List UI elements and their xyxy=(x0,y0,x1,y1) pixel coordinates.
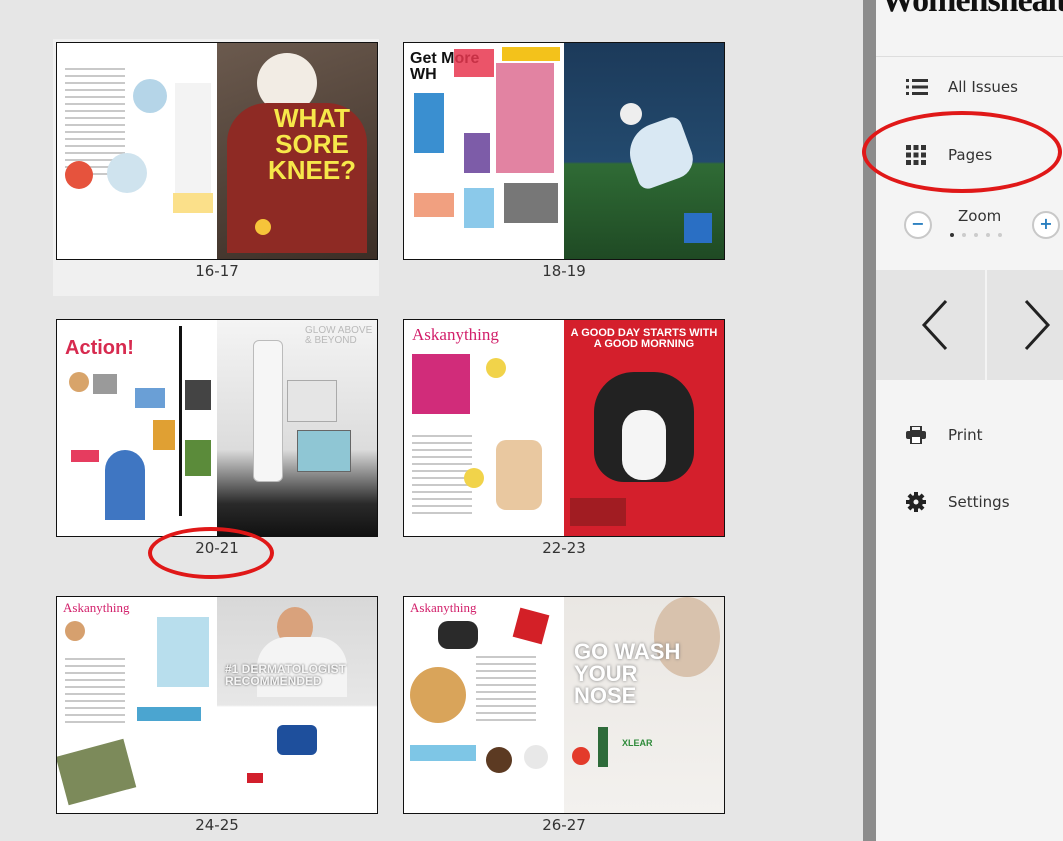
page-navigation xyxy=(876,270,1063,380)
spread-image: Get More WH xyxy=(403,42,725,260)
thumbnail-label: 22-23 xyxy=(542,539,586,557)
annotation-circle-thumbnail-label xyxy=(148,527,274,579)
page-thumbnail-18-19[interactable]: Get More WH 18-19 xyxy=(403,42,725,281)
right-page: WHAT SORE KNEE? xyxy=(217,43,377,259)
page-thumbnail-26-27[interactable]: Askanything GO WASH YOUR NOSE XLEAR 26-2… xyxy=(403,596,725,835)
right-page: GLOW ABOVE & BEYOND xyxy=(217,320,377,536)
spread-image: Action! GLOW ABOVE & BEYOND xyxy=(56,319,378,537)
left-page: Askanything xyxy=(404,597,564,813)
left-page xyxy=(57,43,217,259)
spread-headline: Askanything xyxy=(412,325,499,344)
left-page: Askanything xyxy=(57,597,217,813)
product-name: XLEAR xyxy=(622,738,653,748)
settings-button[interactable]: Settings xyxy=(876,475,1063,529)
thumbnail-label: 26-27 xyxy=(542,816,586,834)
spread-headline: WHAT SORE KNEE? xyxy=(267,103,357,185)
chevron-right-icon xyxy=(1024,299,1051,351)
all-issues-button[interactable]: All Issues xyxy=(876,60,1063,114)
spread-headline-right: GLOW ABOVE & BEYOND xyxy=(305,325,373,346)
pages-grid: WHAT SORE KNEE? 16-17 Get More WH 18-19 … xyxy=(0,0,863,841)
spread-image: Askanything #1 DERMATOLOGIST RECOMMENDED xyxy=(56,596,378,814)
zoom-in-button[interactable]: + xyxy=(1032,211,1060,239)
spread-headline: Askanything xyxy=(63,600,130,615)
zoom-control: − Zoom + xyxy=(876,205,1063,255)
chevron-left-icon xyxy=(921,299,948,351)
right-page: A GOOD DAY STARTS WITH A GOOD MORNING xyxy=(564,320,724,536)
spread-image: Askanything A GOOD DAY STARTS WITH A GOO… xyxy=(403,319,725,537)
spread-headline-right: A GOOD DAY STARTS WITH A GOOD MORNING xyxy=(570,327,718,350)
right-page: #1 DERMATOLOGIST RECOMMENDED xyxy=(217,597,377,813)
left-page: Get More WH xyxy=(404,43,564,259)
spread-headline-right: GO WASH YOUR NOSE xyxy=(574,639,681,708)
page-thumbnail-24-25[interactable]: Askanything #1 DERMATOLOGIST RECOMMENDED… xyxy=(56,596,378,835)
spread-image: WHAT SORE KNEE? xyxy=(56,42,378,260)
next-page-button[interactable] xyxy=(987,270,1063,380)
zoom-level-indicator[interactable] xyxy=(950,233,1002,237)
gear-icon xyxy=(906,492,934,512)
page-thumbnail-16-17[interactable]: WHAT SORE KNEE? 16-17 xyxy=(53,39,379,296)
all-issues-label: All Issues xyxy=(948,78,1018,96)
settings-label: Settings xyxy=(948,493,1010,511)
spread-headline: Action! xyxy=(65,337,134,359)
page-thumbnail-20-21[interactable]: Action! GLOW ABOVE & BEYOND 20-21 xyxy=(56,319,378,558)
page-thumbnail-22-23[interactable]: Askanything A GOOD DAY STARTS WITH A GOO… xyxy=(403,319,725,558)
panel-divider[interactable] xyxy=(863,0,876,841)
spread-headline-right: #1 DERMATOLOGIST RECOMMENDED xyxy=(225,662,346,688)
divider xyxy=(876,56,1063,57)
previous-page-button[interactable] xyxy=(885,270,987,380)
zoom-out-button[interactable]: − xyxy=(904,211,932,239)
right-page: GO WASH YOUR NOSE XLEAR xyxy=(564,597,724,813)
thumbnail-label: 16-17 xyxy=(195,262,239,280)
print-label: Print xyxy=(948,426,983,444)
spread-image: Askanything GO WASH YOUR NOSE XLEAR xyxy=(403,596,725,814)
thumbnail-label: 24-25 xyxy=(195,816,239,834)
print-button[interactable]: Print xyxy=(876,408,1063,462)
annotation-circle-pages-button xyxy=(862,111,1062,193)
spread-headline: Askanything xyxy=(410,600,477,615)
left-page: Action! xyxy=(57,320,217,536)
thumbnail-label: 18-19 xyxy=(542,262,586,280)
right-page xyxy=(564,43,724,259)
publication-logo: Womenshealth xyxy=(881,0,1063,19)
zoom-label: Zoom xyxy=(958,207,1002,225)
list-icon xyxy=(906,78,934,96)
printer-icon xyxy=(906,426,934,444)
left-page: Askanything xyxy=(404,320,564,536)
